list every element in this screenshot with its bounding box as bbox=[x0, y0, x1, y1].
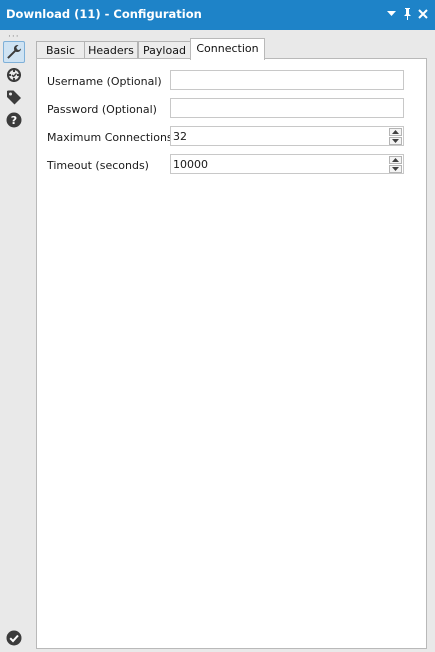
window-controls bbox=[385, 6, 429, 22]
dropdown-icon[interactable] bbox=[385, 6, 397, 22]
spin-up-icon[interactable] bbox=[389, 128, 402, 136]
check-icon[interactable] bbox=[3, 627, 25, 649]
username-input[interactable] bbox=[171, 71, 403, 89]
window-title-bar: Download (11) - Configuration bbox=[0, 0, 435, 30]
tab-connection[interactable]: Connection bbox=[190, 38, 265, 60]
username-label: Username (Optional) bbox=[47, 75, 162, 88]
max-connections-spinner bbox=[389, 128, 402, 145]
svg-text:?: ? bbox=[11, 114, 17, 127]
tab-headers[interactable]: Headers bbox=[84, 41, 138, 59]
close-icon[interactable] bbox=[417, 6, 429, 22]
tag-icon[interactable] bbox=[3, 86, 25, 108]
spin-down-icon[interactable] bbox=[389, 165, 402, 173]
password-input[interactable] bbox=[171, 99, 403, 117]
wrench-icon[interactable] bbox=[3, 41, 25, 63]
tab-basic[interactable]: Basic bbox=[36, 41, 85, 59]
max-connections-input[interactable] bbox=[171, 127, 386, 145]
spin-down-icon[interactable] bbox=[389, 137, 402, 145]
max-connections-label: Maximum Connections bbox=[47, 131, 173, 144]
max-connections-stepper[interactable] bbox=[170, 126, 404, 146]
target-icon[interactable] bbox=[3, 64, 25, 86]
timeout-label: Timeout (seconds) bbox=[47, 159, 149, 172]
timeout-stepper[interactable] bbox=[170, 154, 404, 174]
timeout-input[interactable] bbox=[171, 155, 386, 173]
tool-strip: ··· ? bbox=[0, 30, 29, 652]
spin-up-icon[interactable] bbox=[389, 156, 402, 164]
username-field[interactable] bbox=[170, 70, 404, 90]
help-icon[interactable]: ? bbox=[3, 109, 25, 131]
window-title: Download (11) - Configuration bbox=[6, 7, 202, 21]
password-label: Password (Optional) bbox=[47, 103, 157, 116]
tab-payload[interactable]: Payload bbox=[138, 41, 191, 59]
timeout-spinner bbox=[389, 156, 402, 173]
connection-panel bbox=[36, 58, 427, 649]
password-field[interactable] bbox=[170, 98, 404, 118]
pin-icon[interactable] bbox=[401, 6, 413, 22]
